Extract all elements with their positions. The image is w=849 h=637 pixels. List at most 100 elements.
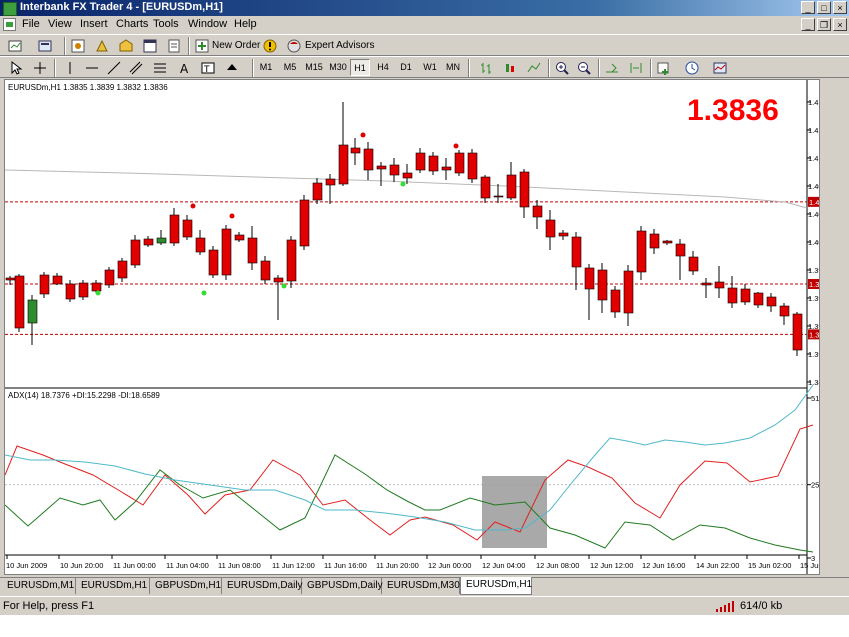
candle-bearish xyxy=(571,236,582,268)
maximize-button[interactable]: □ xyxy=(817,1,831,14)
tab-eurusdm-m1[interactable]: EURUSDm,M1 xyxy=(2,578,76,594)
candle-bearish xyxy=(480,176,491,199)
menu-charts[interactable]: Charts xyxy=(116,18,148,30)
chart-tabs: EURUSDm,M1 EURUSDm,H1 GBPUSDm,H1 EURUSDm… xyxy=(0,577,849,595)
fibonacci-icon[interactable] xyxy=(152,60,168,76)
tab-eurusdm-daily[interactable]: EURUSDm,Daily xyxy=(222,578,303,594)
indicators-icon[interactable] xyxy=(656,60,672,76)
candle-bearish xyxy=(5,277,16,281)
price-axis-label: 1.4055 xyxy=(808,210,819,219)
time-axis-label: 10 Jun 2009 xyxy=(6,561,47,570)
candle-bearish xyxy=(104,269,115,286)
chart-window[interactable]: 1.4175 1.4145 1.4115 1.4085 1.4055 1.4025 1.39… xyxy=(4,79,843,575)
timeframe-h4[interactable]: H4 xyxy=(373,59,393,76)
zoom-in-icon[interactable] xyxy=(554,60,570,76)
timeframe-m15[interactable]: M15 xyxy=(304,59,324,76)
right-margin xyxy=(820,79,849,575)
candle-bearish xyxy=(779,305,790,317)
cursor-icon[interactable] xyxy=(8,60,24,76)
candle-bearish xyxy=(753,292,764,306)
new-order-icon[interactable] xyxy=(194,38,210,54)
horizontal-line-icon[interactable] xyxy=(84,60,100,76)
tab-eurusdm-m30[interactable]: EURUSDm,M30 xyxy=(382,578,460,594)
timeframe-mn[interactable]: MN xyxy=(443,59,463,76)
templates-icon[interactable] xyxy=(712,60,728,76)
strategy-tester-icon[interactable] xyxy=(166,38,182,54)
candle-bearish xyxy=(234,234,245,241)
document-icon[interactable] xyxy=(3,18,16,31)
menu-view[interactable]: View xyxy=(48,18,72,30)
profiles-icon[interactable] xyxy=(38,38,54,54)
tab-eurusdm-h1-active[interactable]: EURUSDm,H1 xyxy=(460,577,532,595)
time-axis-label: 12 Jun 16:00 xyxy=(642,561,685,570)
expert-advisors-icon[interactable] xyxy=(286,38,302,54)
vertical-line-icon[interactable] xyxy=(62,60,78,76)
candle-bearish xyxy=(714,281,725,289)
trendline-icon[interactable] xyxy=(106,60,122,76)
timeframe-m30[interactable]: M30 xyxy=(328,59,348,76)
close-button[interactable]: × xyxy=(833,1,847,14)
market-watch-icon[interactable] xyxy=(70,38,86,54)
chart-shift-icon[interactable] xyxy=(628,60,644,76)
candle-bearish xyxy=(169,214,180,244)
tab-gbpusdm-h1[interactable]: GBPUSDm,H1 xyxy=(150,578,222,594)
doc-close-button[interactable]: × xyxy=(833,18,847,31)
tab-eurusdm-h1[interactable]: EURUSDm,H1 xyxy=(76,578,150,594)
indicator-axis-label: 25 xyxy=(811,481,819,490)
candle-bearish xyxy=(558,232,569,237)
highlight-box xyxy=(482,476,547,548)
tab-gbpusdm-daily[interactable]: GBPUSDm,Daily xyxy=(302,578,383,594)
time-axis-label: 11 Jun 04:00 xyxy=(166,561,209,570)
arrows-icon[interactable] xyxy=(224,60,240,76)
doc-minimize-button[interactable]: _ xyxy=(801,18,815,31)
svg-text:T: T xyxy=(203,65,210,75)
bar-chart-icon[interactable] xyxy=(478,60,494,76)
periods-icon[interactable] xyxy=(684,60,700,76)
minus-di-line xyxy=(4,424,814,541)
menu-help[interactable]: Help xyxy=(234,18,257,30)
crosshair-icon[interactable] xyxy=(32,60,48,76)
timeframe-d1[interactable]: D1 xyxy=(396,59,416,76)
doc-restore-button[interactable]: ❐ xyxy=(817,18,831,31)
menu-file[interactable]: File xyxy=(22,18,40,30)
time-axis-label: 15 Jun 06:00 xyxy=(800,561,819,570)
candle-bearish xyxy=(792,313,803,351)
minimize-button[interactable]: _ xyxy=(801,1,815,14)
current-price-display: 1.3836 xyxy=(687,94,779,127)
plus-di-line xyxy=(4,454,814,553)
zoom-out-icon[interactable] xyxy=(576,60,592,76)
data-window-icon[interactable] xyxy=(94,38,110,54)
menu-window[interactable]: Window xyxy=(188,18,227,30)
menu-tools[interactable]: Tools xyxy=(153,18,179,30)
timeframe-m5[interactable]: M5 xyxy=(280,59,300,76)
candle-bearish xyxy=(65,283,76,300)
time-axis-label: 12 Jun 12:00 xyxy=(590,561,633,570)
level-price-label: 1.3980 xyxy=(809,280,819,289)
timeframe-m1[interactable]: M1 xyxy=(256,59,276,76)
warning-icon[interactable] xyxy=(262,38,278,54)
price-axis-label: 1.3905 xyxy=(808,350,819,359)
new-order-button[interactable]: New Order xyxy=(212,38,260,54)
candle-bearish xyxy=(52,275,63,285)
candle-bearish xyxy=(727,287,738,304)
indicator-header: ADX(14) 18.7376 +DI:15.2298 -DI:18.6589 xyxy=(8,391,160,400)
time-axis-label: 14 Jun 22:00 xyxy=(696,561,739,570)
text-label-icon[interactable]: T xyxy=(200,60,216,76)
price-axis-label: 1.4025 xyxy=(808,238,819,247)
candle-bearish xyxy=(195,237,206,253)
auto-scroll-icon[interactable] xyxy=(604,60,620,76)
terminal-icon[interactable] xyxy=(142,38,158,54)
line-chart-icon[interactable] xyxy=(526,60,542,76)
candlestick-icon[interactable] xyxy=(502,60,518,76)
expert-advisors-button[interactable]: Expert Advisors xyxy=(305,38,374,54)
equidistant-channel-icon[interactable] xyxy=(128,60,144,76)
text-icon[interactable]: A xyxy=(176,60,192,76)
navigator-icon[interactable] xyxy=(118,38,134,54)
new-chart-icon[interactable] xyxy=(8,38,24,54)
candle-bearish xyxy=(701,282,712,286)
price-chart[interactable]: 1.4175 1.4145 1.4115 1.4085 1.4055 1.4025 1.39… xyxy=(4,80,843,574)
timeframe-w1[interactable]: W1 xyxy=(420,59,440,76)
menu-insert[interactable]: Insert xyxy=(80,18,108,30)
timeframe-h1[interactable]: H1 xyxy=(350,59,370,76)
level-price-label: 1.3926 xyxy=(809,330,819,339)
